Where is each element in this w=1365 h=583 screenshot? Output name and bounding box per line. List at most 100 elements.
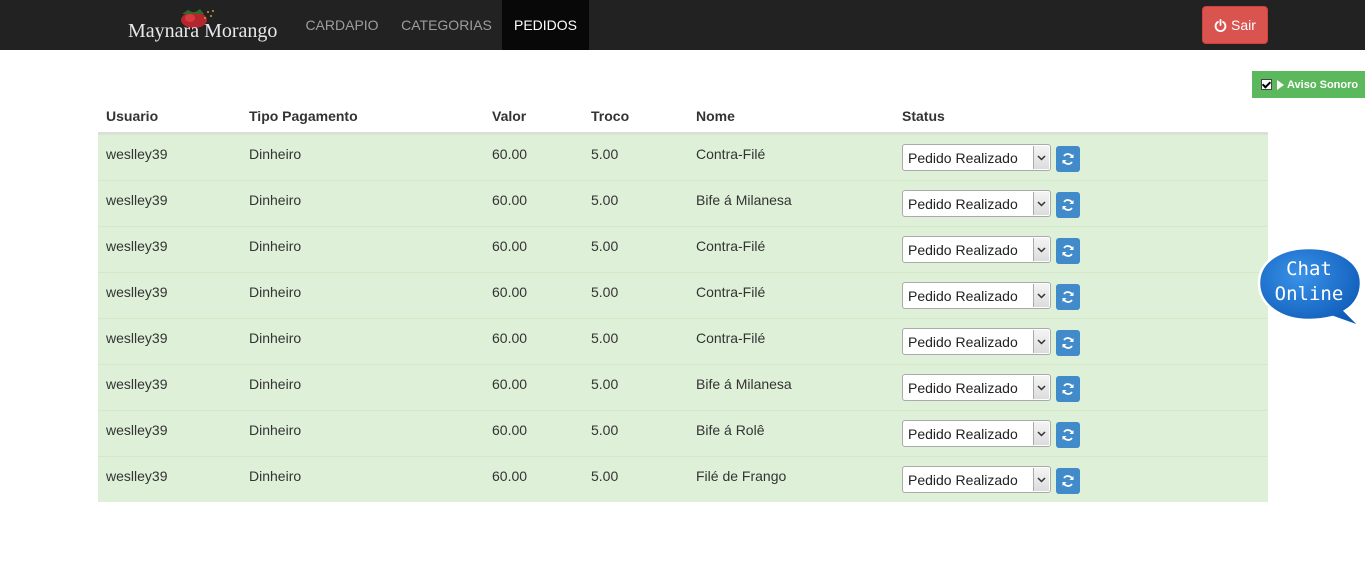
status-select-value: Pedido Realizado (908, 380, 1018, 396)
status-select-value: Pedido Realizado (908, 472, 1018, 488)
chat-online-button[interactable]: Chat Online (1257, 245, 1365, 330)
chat-label: Chat Online (1257, 257, 1361, 307)
cell-usuario: weslley39 (106, 468, 168, 484)
cell-tipo-pagamento: Dinheiro (249, 284, 302, 300)
cell-usuario: weslley39 (106, 238, 168, 254)
refresh-icon (1062, 199, 1074, 211)
table-row: weslley39 Dinheiro 60.00 5.00 Contra-Filé Ped… (98, 226, 1268, 272)
nav-categorias[interactable]: CATEGORIAS (391, 0, 502, 50)
cell-usuario: weslley39 (106, 422, 168, 438)
refresh-status-button[interactable] (1056, 238, 1080, 264)
refresh-icon (1062, 429, 1074, 441)
logout-label: Sair (1231, 17, 1256, 33)
brand-name: Maynara Morango (128, 20, 278, 42)
cell-valor: 60.00 (492, 146, 528, 162)
cell-nome: Bife á Milanesa (696, 376, 792, 392)
refresh-icon (1062, 291, 1074, 303)
cell-valor: 60.00 (492, 422, 528, 438)
cell-tipo-pagamento: Dinheiro (249, 146, 302, 162)
cell-troco: 5.00 (591, 192, 619, 208)
header-valor: Valor (492, 108, 527, 124)
header-tipo-pagamento: Tipo Pagamento (249, 108, 358, 124)
aviso-sonoro-checkbox[interactable] (1261, 79, 1272, 90)
status-select[interactable]: Pedido Realizado (902, 374, 1051, 401)
chevron-down-icon (1033, 330, 1049, 353)
top-navbar: Maynara Morango CARDAPIO CATEGORIAS PEDI… (0, 0, 1365, 50)
status-select-value: Pedido Realizado (908, 334, 1018, 350)
refresh-icon (1062, 153, 1074, 165)
status-select[interactable]: Pedido Realizado (902, 466, 1051, 493)
nav-pedidos[interactable]: PEDIDOS (502, 0, 589, 50)
cell-troco: 5.00 (591, 146, 619, 162)
cell-nome: Contra-Filé (696, 330, 766, 346)
cell-valor: 60.00 (492, 468, 528, 484)
cell-usuario: weslley39 (106, 376, 168, 392)
cell-usuario: weslley39 (106, 192, 168, 208)
status-select[interactable]: Pedido Realizado (902, 282, 1051, 309)
status-select[interactable]: Pedido Realizado (902, 420, 1051, 447)
cell-nome: Bife á Rolê (696, 422, 765, 438)
refresh-status-button[interactable] (1056, 330, 1080, 356)
cell-nome: Bife á Milanesa (696, 192, 792, 208)
aviso-sonoro-toggle[interactable]: Aviso Sonoro (1252, 71, 1365, 98)
chat-label-line1: Chat (1286, 258, 1332, 280)
cell-nome: Contra-Filé (696, 238, 766, 254)
refresh-icon (1062, 475, 1074, 487)
power-icon (1214, 18, 1227, 32)
chat-label-line2: Online (1274, 283, 1344, 305)
cell-tipo-pagamento: Dinheiro (249, 192, 302, 208)
cell-valor: 60.00 (492, 284, 528, 300)
status-select[interactable]: Pedido Realizado (902, 144, 1051, 171)
table-row: weslley39 Dinheiro 60.00 5.00 Bife á Rolê Ped… (98, 410, 1268, 456)
refresh-status-button[interactable] (1056, 422, 1080, 448)
cell-troco: 5.00 (591, 284, 619, 300)
table-row: weslley39 Dinheiro 60.00 5.00 Filé de Frango… (98, 456, 1268, 502)
table-row: weslley39 Dinheiro 60.00 5.00 Contra-Filé Ped… (98, 272, 1268, 318)
cell-nome: Contra-Filé (696, 146, 766, 162)
cell-troco: 5.00 (591, 422, 619, 438)
cell-tipo-pagamento: Dinheiro (249, 468, 302, 484)
header-status: Status (902, 108, 945, 124)
chevron-down-icon (1033, 284, 1049, 307)
chevron-down-icon (1033, 146, 1049, 169)
table-row: weslley39 Dinheiro 60.00 5.00 Contra-Filé Ped… (98, 318, 1268, 364)
play-icon (1277, 79, 1284, 90)
refresh-icon (1062, 383, 1074, 395)
cell-tipo-pagamento: Dinheiro (249, 238, 302, 254)
header-troco: Troco (591, 108, 630, 124)
table-row: weslley39 Dinheiro 60.00 5.00 Contra-Filé Ped… (98, 134, 1268, 180)
status-select[interactable]: Pedido Realizado (902, 328, 1051, 355)
logout-button[interactable]: Sair (1202, 6, 1268, 44)
chevron-down-icon (1033, 468, 1049, 491)
status-select-value: Pedido Realizado (908, 196, 1018, 212)
cell-valor: 60.00 (492, 238, 528, 254)
refresh-icon (1062, 245, 1074, 257)
refresh-status-button[interactable] (1056, 146, 1080, 172)
table-header: Usuario Tipo Pagamento Valor Troco Nome … (98, 100, 1268, 134)
status-select-value: Pedido Realizado (908, 150, 1018, 166)
cell-troco: 5.00 (591, 376, 619, 392)
refresh-status-button[interactable] (1056, 284, 1080, 310)
cell-usuario: weslley39 (106, 146, 168, 162)
cell-tipo-pagamento: Dinheiro (249, 330, 302, 346)
cell-troco: 5.00 (591, 238, 619, 254)
cell-tipo-pagamento: Dinheiro (249, 376, 302, 392)
cell-tipo-pagamento: Dinheiro (249, 422, 302, 438)
status-select[interactable]: Pedido Realizado (902, 190, 1051, 217)
nav-cardapio[interactable]: CARDAPIO (294, 0, 390, 50)
cell-valor: 60.00 (492, 376, 528, 392)
refresh-status-button[interactable] (1056, 192, 1080, 218)
aviso-sonoro-label: Aviso Sonoro (1287, 78, 1359, 91)
refresh-status-button[interactable] (1056, 376, 1080, 402)
status-select[interactable]: Pedido Realizado (902, 236, 1051, 263)
table-row: weslley39 Dinheiro 60.00 5.00 Bife á Milanes… (98, 180, 1268, 226)
cell-nome: Filé de Frango (696, 468, 787, 484)
refresh-icon (1062, 337, 1074, 349)
chevron-down-icon (1033, 192, 1049, 215)
table-row: weslley39 Dinheiro 60.00 5.00 Bife á Milanes… (98, 364, 1268, 410)
header-usuario: Usuario (106, 108, 159, 124)
cell-usuario: weslley39 (106, 284, 168, 300)
cell-nome: Contra-Filé (696, 284, 766, 300)
refresh-status-button[interactable] (1056, 468, 1080, 494)
header-nome: Nome (696, 108, 735, 124)
